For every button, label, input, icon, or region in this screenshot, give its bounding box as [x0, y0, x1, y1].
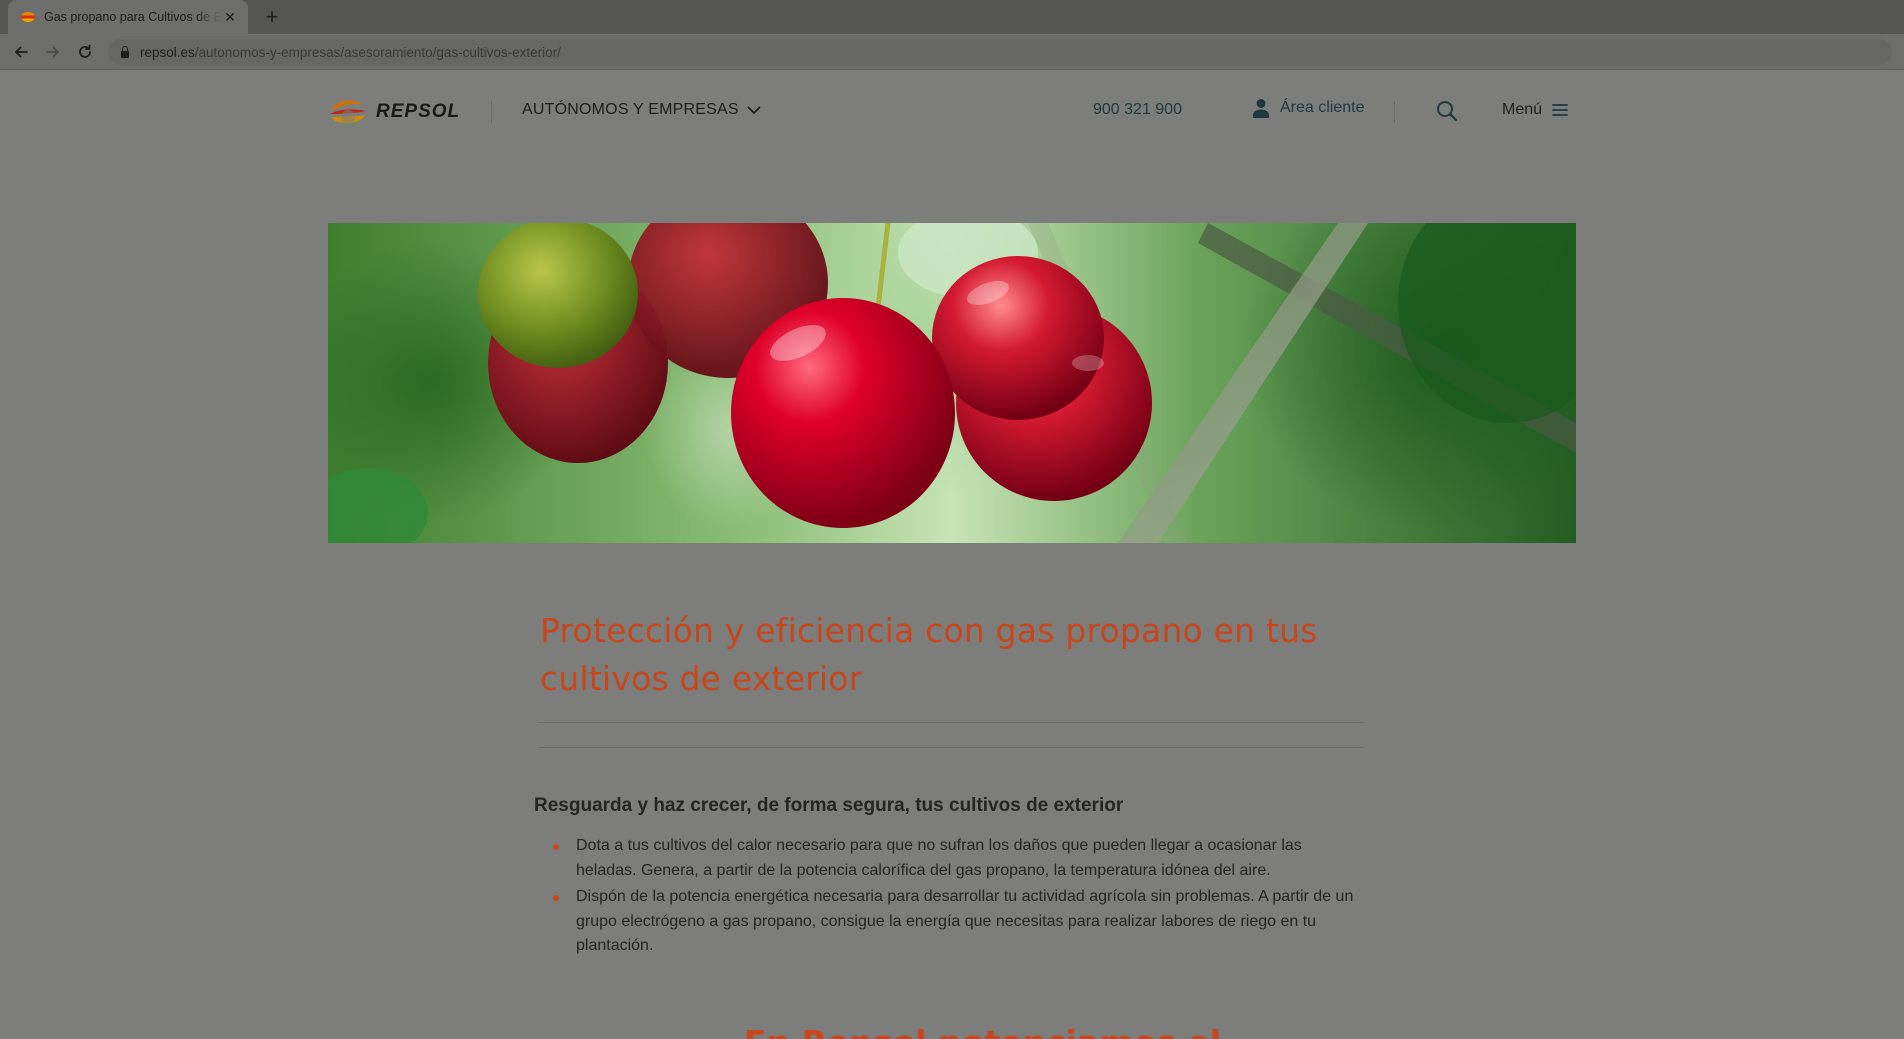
- logo-wordmark: REPSOL: [376, 101, 461, 122]
- client-area-link[interactable]: Área cliente: [1252, 98, 1365, 118]
- address-bar[interactable]: repsol.es/autonomos-y-empresas/asesorami…: [108, 39, 1892, 65]
- business-menu-dropdown[interactable]: AUTÓNOMOS Y EMPRESAS: [522, 101, 761, 119]
- new-tab-button[interactable]: +: [258, 3, 286, 31]
- repsol-favicon-icon: [20, 9, 36, 25]
- list-item: Dispón de la potencia energética necesar…: [534, 885, 1364, 959]
- forward-icon[interactable]: [40, 39, 66, 65]
- browser-toolbar: repsol.es/autonomos-y-empresas/asesorami…: [0, 34, 1904, 70]
- list-item: Dota a tus cultivos del calor necesario …: [534, 834, 1364, 883]
- tab-title: Gas propano para Cultivos de Exterior: [44, 10, 222, 24]
- hero-cherries-image: [328, 223, 1576, 543]
- url-domain: repsol.es: [140, 44, 195, 60]
- browser-tabstrip: Gas propano para Cultivos de Exterior ✕ …: [0, 0, 1904, 34]
- next-section-heading: En Repsol potenciamos el: [744, 1023, 1221, 1039]
- search-button[interactable]: [1434, 98, 1460, 124]
- back-icon[interactable]: [8, 39, 34, 65]
- close-tab-icon[interactable]: ✕: [222, 9, 238, 25]
- browser-tab[interactable]: Gas propano para Cultivos de Exterior ✕: [8, 0, 248, 34]
- business-menu-label: AUTÓNOMOS Y EMPRESAS: [522, 101, 739, 118]
- section-subheading: Resguarda y haz crecer, de forma segura,…: [534, 795, 1124, 816]
- reload-icon[interactable]: [72, 39, 98, 65]
- title-divider: [538, 722, 1364, 723]
- url-text: repsol.es/autonomos-y-empresas/asesorami…: [140, 45, 561, 60]
- chevron-down-icon: [747, 106, 761, 114]
- client-area-label: Área cliente: [1280, 99, 1365, 116]
- user-icon: [1253, 99, 1269, 118]
- main-menu-button[interactable]: Menú: [1502, 101, 1568, 119]
- phone-link[interactable]: 900 321 900: [1093, 101, 1182, 119]
- search-icon: [1437, 101, 1458, 122]
- menu-label: Menú: [1502, 101, 1543, 118]
- page-body: REPSOL AUTÓNOMOS Y EMPRESAS 900 321 900 …: [0, 71, 1904, 1039]
- lock-icon[interactable]: [120, 46, 130, 58]
- url-path: /autonomos-y-empresas/asesoramiento/gas-…: [194, 44, 561, 60]
- header-divider: [1394, 101, 1395, 123]
- hamburger-icon: [1552, 104, 1568, 116]
- header-divider: [491, 101, 492, 123]
- repsol-logo[interactable]: REPSOL: [328, 97, 460, 127]
- title-divider: [538, 747, 1364, 748]
- repsol-logo-icon: [328, 97, 368, 127]
- page-title: Protección y eficiencia con gas propano …: [540, 611, 1318, 698]
- site-header: REPSOL AUTÓNOMOS Y EMPRESAS 900 321 900 …: [0, 71, 1904, 151]
- benefits-list: Dota a tus cultivos del calor necesario …: [534, 834, 1364, 961]
